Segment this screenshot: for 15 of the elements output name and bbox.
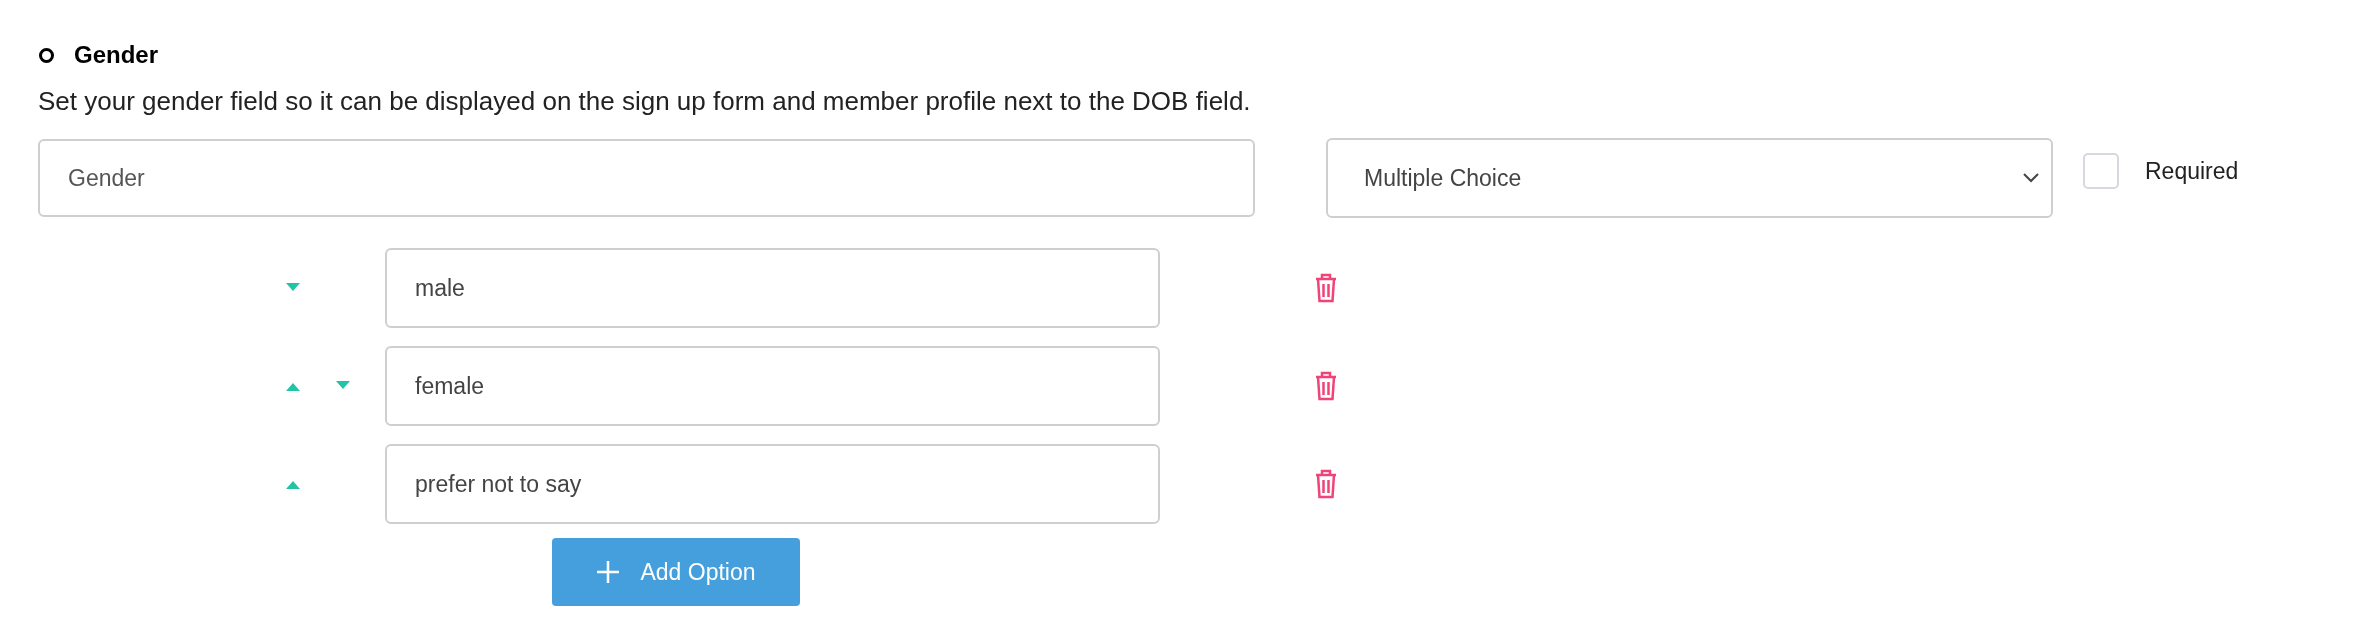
option-input[interactable]: prefer not to say xyxy=(385,444,1160,524)
option-input[interactable]: male xyxy=(385,248,1160,328)
trash-icon[interactable] xyxy=(1314,371,1338,401)
bullet-icon xyxy=(39,47,54,63)
trash-icon[interactable] xyxy=(1314,273,1338,303)
section-description: Set your gender field so it can be displayed on the sign up form and member profile next to the DOB field. xyxy=(38,85,1252,118)
section-title: Gender xyxy=(74,40,159,70)
required-checkbox[interactable] xyxy=(2083,153,2119,189)
chevron-down-icon xyxy=(2023,173,2039,183)
option-input[interactable]: female xyxy=(385,346,1160,426)
trash-icon[interactable] xyxy=(1314,469,1338,499)
field-name-input[interactable]: Gender xyxy=(38,139,1255,217)
required-label: Required xyxy=(2145,156,2239,186)
field-type-select[interactable]: Multiple Choice xyxy=(1326,138,2053,218)
plus-icon xyxy=(596,560,621,584)
